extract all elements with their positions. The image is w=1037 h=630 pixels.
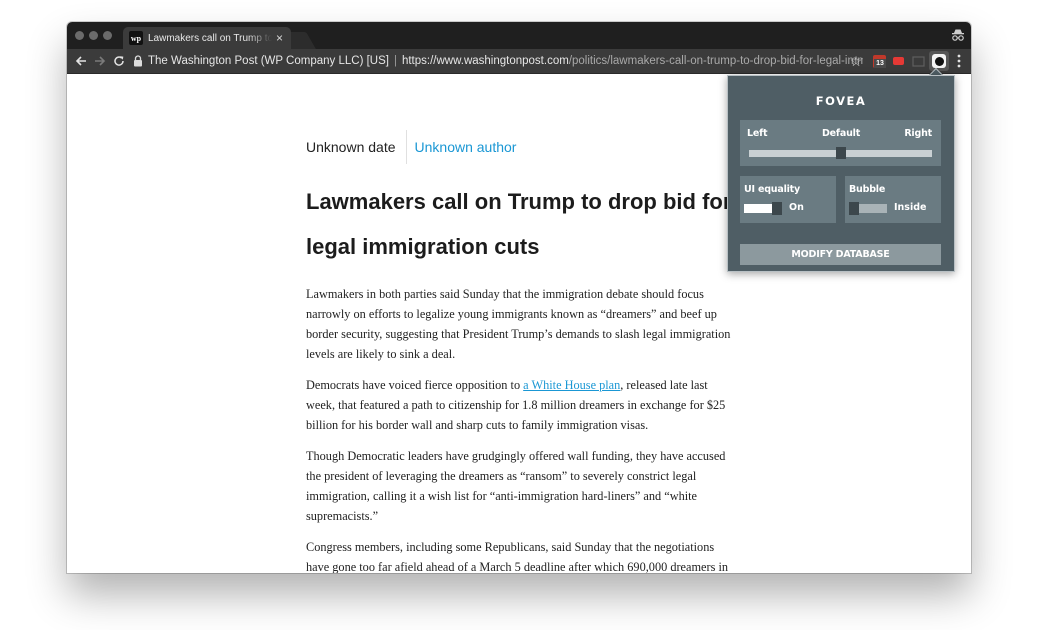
minimize-window-button[interactable] bbox=[89, 31, 98, 40]
bias-slider-thumb[interactable] bbox=[835, 147, 846, 159]
paragraph-text: Democrats have voiced fierce opposition … bbox=[306, 378, 524, 392]
article-author[interactable]: Unknown author bbox=[407, 139, 517, 155]
site-identity: The Washington Post (WP Company LLC) [US… bbox=[148, 55, 389, 67]
calendar-extension-icon[interactable]: 13 bbox=[873, 55, 886, 68]
back-button[interactable] bbox=[73, 53, 89, 69]
lock-icon bbox=[134, 55, 142, 67]
incognito-icon[interactable] bbox=[951, 28, 965, 42]
url-path: /politics/lawmakers-call-on-trump-to-dro… bbox=[568, 55, 863, 67]
browser-window: wp Lawmakers call on Trump to drop bid f… bbox=[67, 22, 971, 573]
forward-arrow-icon bbox=[95, 56, 106, 66]
tab-title: Lawmakers call on Trump to drop bid for … bbox=[148, 32, 272, 44]
back-arrow-icon bbox=[75, 56, 86, 66]
bias-right-label: Right bbox=[904, 128, 932, 139]
bias-default-label: Default bbox=[822, 128, 861, 139]
youtube-extension-icon[interactable] bbox=[892, 55, 905, 68]
url-host: https://www.washingtonpost.com bbox=[401, 55, 569, 67]
bubble-state: Inside bbox=[894, 202, 927, 213]
reload-icon bbox=[114, 56, 124, 66]
tab-strip: wp Lawmakers call on Trump to drop bid f… bbox=[67, 22, 971, 49]
ui-equality-state: On bbox=[789, 202, 804, 213]
article-paragraph: Lawmakers in both parties said Sunday th… bbox=[306, 287, 731, 361]
article-body: Lawmakers in both parties said Sunday th… bbox=[306, 284, 736, 573]
bubble-toggle-thumb[interactable] bbox=[849, 202, 859, 215]
modify-database-button[interactable]: MODIFY DATABASE bbox=[740, 244, 941, 265]
omnibox-separator: | bbox=[393, 55, 397, 67]
article-paragraph: Congress members, including some Republi… bbox=[306, 540, 729, 573]
article-headline: Lawmakers call on Trump to drop bid for … bbox=[306, 189, 732, 259]
article-paragraph: Though Democratic leaders have grudgingl… bbox=[306, 449, 726, 523]
fovea-extension-icon[interactable] bbox=[932, 54, 946, 68]
article-date: Unknown date bbox=[306, 130, 407, 164]
menu-dots-icon[interactable] bbox=[953, 53, 965, 69]
forward-button[interactable] bbox=[92, 53, 108, 69]
ui-equality-toggle-thumb[interactable] bbox=[772, 202, 782, 215]
star-icon[interactable]: ☆ bbox=[848, 53, 864, 69]
extension-badge: 13 bbox=[874, 59, 886, 68]
bias-slider-panel: Left Default Right bbox=[740, 120, 941, 166]
browser-toolbar: The Washington Post (WP Company LLC) [US… bbox=[67, 49, 971, 74]
maximize-window-button[interactable] bbox=[103, 31, 112, 40]
bias-left-label: Left bbox=[747, 128, 768, 139]
bubble-panel: Bubble Inside bbox=[845, 176, 941, 223]
byline: Unknown date Unknown author bbox=[306, 130, 516, 164]
white-house-plan-link[interactable]: a White House plan bbox=[523, 378, 620, 392]
fovea-popup: FOVEA Left Default Right UI equality On … bbox=[727, 75, 955, 272]
ui-equality-label: UI equality bbox=[744, 184, 801, 195]
browser-tab[interactable]: wp Lawmakers call on Trump to drop bid f… bbox=[123, 27, 291, 49]
bubble-label: Bubble bbox=[849, 184, 886, 195]
popup-title: FOVEA bbox=[815, 94, 867, 108]
close-icon[interactable]: × bbox=[276, 32, 283, 44]
address-bar[interactable]: The Washington Post (WP Company LLC) [US… bbox=[133, 51, 863, 71]
cast-icon[interactable] bbox=[912, 55, 925, 68]
article-paragraph: Democrats have voiced fierce opposition … bbox=[306, 375, 736, 435]
reload-button[interactable] bbox=[111, 53, 127, 69]
ui-equality-panel: UI equality On bbox=[740, 176, 836, 223]
washington-post-favicon-icon: wp bbox=[129, 31, 143, 45]
close-window-button[interactable] bbox=[75, 31, 84, 40]
